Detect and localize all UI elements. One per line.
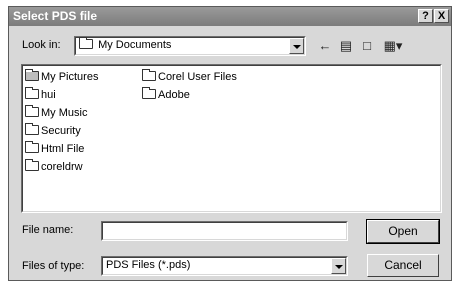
folder-icon [25, 87, 39, 99]
file-list-item[interactable]: Security [25, 123, 81, 139]
new-folder-icon[interactable]: □ [358, 37, 376, 55]
folder-icon [25, 105, 39, 117]
files-of-type-dropdown[interactable]: PDS Files (*.pds) [101, 256, 348, 276]
folder-open-icon [79, 37, 93, 49]
window-title: Select PDS file [13, 9, 98, 23]
folder-icon [25, 141, 39, 153]
look-in-value: My Documents [79, 37, 171, 51]
view-menu-icon[interactable]: ▦▾ [380, 37, 406, 55]
file-name-input[interactable] [101, 221, 348, 241]
file-list-item-label: My Pictures [41, 71, 99, 83]
folder-icon [142, 87, 156, 99]
folder-icon [25, 69, 39, 81]
file-list-item[interactable]: hui [25, 87, 56, 103]
file-name-label: File name: [22, 224, 74, 236]
files-of-type-value: PDS Files (*.pds) [106, 259, 191, 271]
files-of-type-label: Files of type: [22, 260, 85, 272]
back-arrow-icon[interactable]: ← [316, 37, 334, 55]
file-list-item-label: Adobe [158, 89, 190, 101]
file-list[interactable]: My Pictures hui My Music Security Html File c… [21, 64, 442, 213]
files-of-type-dropdown-button[interactable] [331, 258, 346, 274]
title-bar: Select PDS file ? X [9, 7, 451, 26]
open-button[interactable]: Open [366, 219, 440, 244]
select-file-dialog: Select PDS file ? X Look in: My Document… [8, 6, 452, 281]
file-list-item[interactable]: Adobe [142, 87, 190, 103]
look-in-label: Look in: [22, 39, 61, 51]
file-list-item[interactable]: My Pictures [25, 69, 99, 85]
file-list-item[interactable]: Html File [25, 141, 85, 157]
folder-icon [142, 69, 156, 81]
file-list-item-label: coreldrw [41, 161, 83, 173]
help-button[interactable]: ? [418, 9, 433, 23]
file-list-item-label: My Music [41, 107, 88, 119]
file-list-item[interactable]: My Music [25, 105, 88, 121]
file-list-item[interactable]: Corel User Files [142, 69, 237, 85]
folder-icon [25, 159, 39, 171]
file-list-item-label: Html File [41, 143, 85, 155]
file-list-item-label: hui [41, 89, 56, 101]
file-list-item-label: Security [41, 125, 81, 137]
cancel-button[interactable]: Cancel [367, 254, 439, 277]
look-in-dropdown[interactable]: My Documents [74, 36, 306, 56]
look-in-dropdown-button[interactable] [289, 38, 304, 54]
close-button[interactable]: X [434, 9, 449, 23]
up-folder-icon[interactable]: ▤ [337, 37, 355, 55]
file-list-item[interactable]: coreldrw [25, 159, 83, 175]
folder-icon [25, 123, 39, 135]
file-list-item-label: Corel User Files [158, 71, 237, 83]
